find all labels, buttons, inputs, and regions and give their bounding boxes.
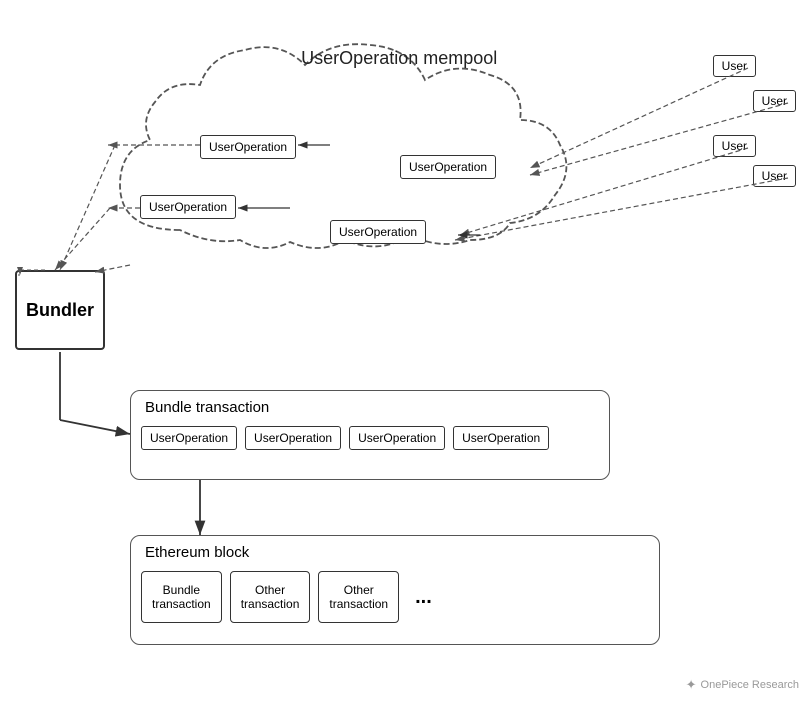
ethereum-block-container: Ethereum block Bundle transaction Other …	[130, 535, 660, 645]
eth-item-other-1: Other transaction	[230, 571, 311, 623]
bundle-transaction-label: Bundle transaction	[145, 399, 269, 416]
bundle-transaction-items: UserOperation UserOperation UserOperatio…	[141, 426, 549, 450]
bundle-uo-1: UserOperation	[141, 426, 237, 450]
user-box-4: User	[753, 165, 796, 187]
mempool-label: UserOperation mempool	[301, 48, 497, 69]
diagram: UserOperation mempool UserOperation User…	[0, 0, 811, 701]
eth-item-other-2: Other transaction	[318, 571, 399, 623]
eth-item-bundle: Bundle transaction	[141, 571, 222, 623]
bundle-transaction-container: Bundle transaction UserOperation UserOpe…	[130, 390, 610, 480]
bundle-uo-3: UserOperation	[349, 426, 445, 450]
uo-box-4: UserOperation	[330, 220, 426, 244]
user-box-2: User	[753, 90, 796, 112]
eth-ellipsis: ...	[407, 586, 440, 609]
uo-box-2: UserOperation	[400, 155, 496, 179]
ethereum-block-label: Ethereum block	[145, 544, 249, 561]
uo-box-1: UserOperation	[200, 135, 296, 159]
bundler-box: Bundler	[15, 270, 105, 350]
ethereum-block-items: Bundle transaction Other transaction Oth…	[141, 571, 440, 623]
user-box-1: User	[713, 55, 756, 77]
watermark-icon: ✦	[686, 677, 697, 693]
bundle-uo-2: UserOperation	[245, 426, 341, 450]
user-box-3: User	[713, 135, 756, 157]
uo-box-3: UserOperation	[140, 195, 236, 219]
bundle-uo-4: UserOperation	[453, 426, 549, 450]
watermark: ✦ OnePiece Research	[686, 677, 799, 693]
